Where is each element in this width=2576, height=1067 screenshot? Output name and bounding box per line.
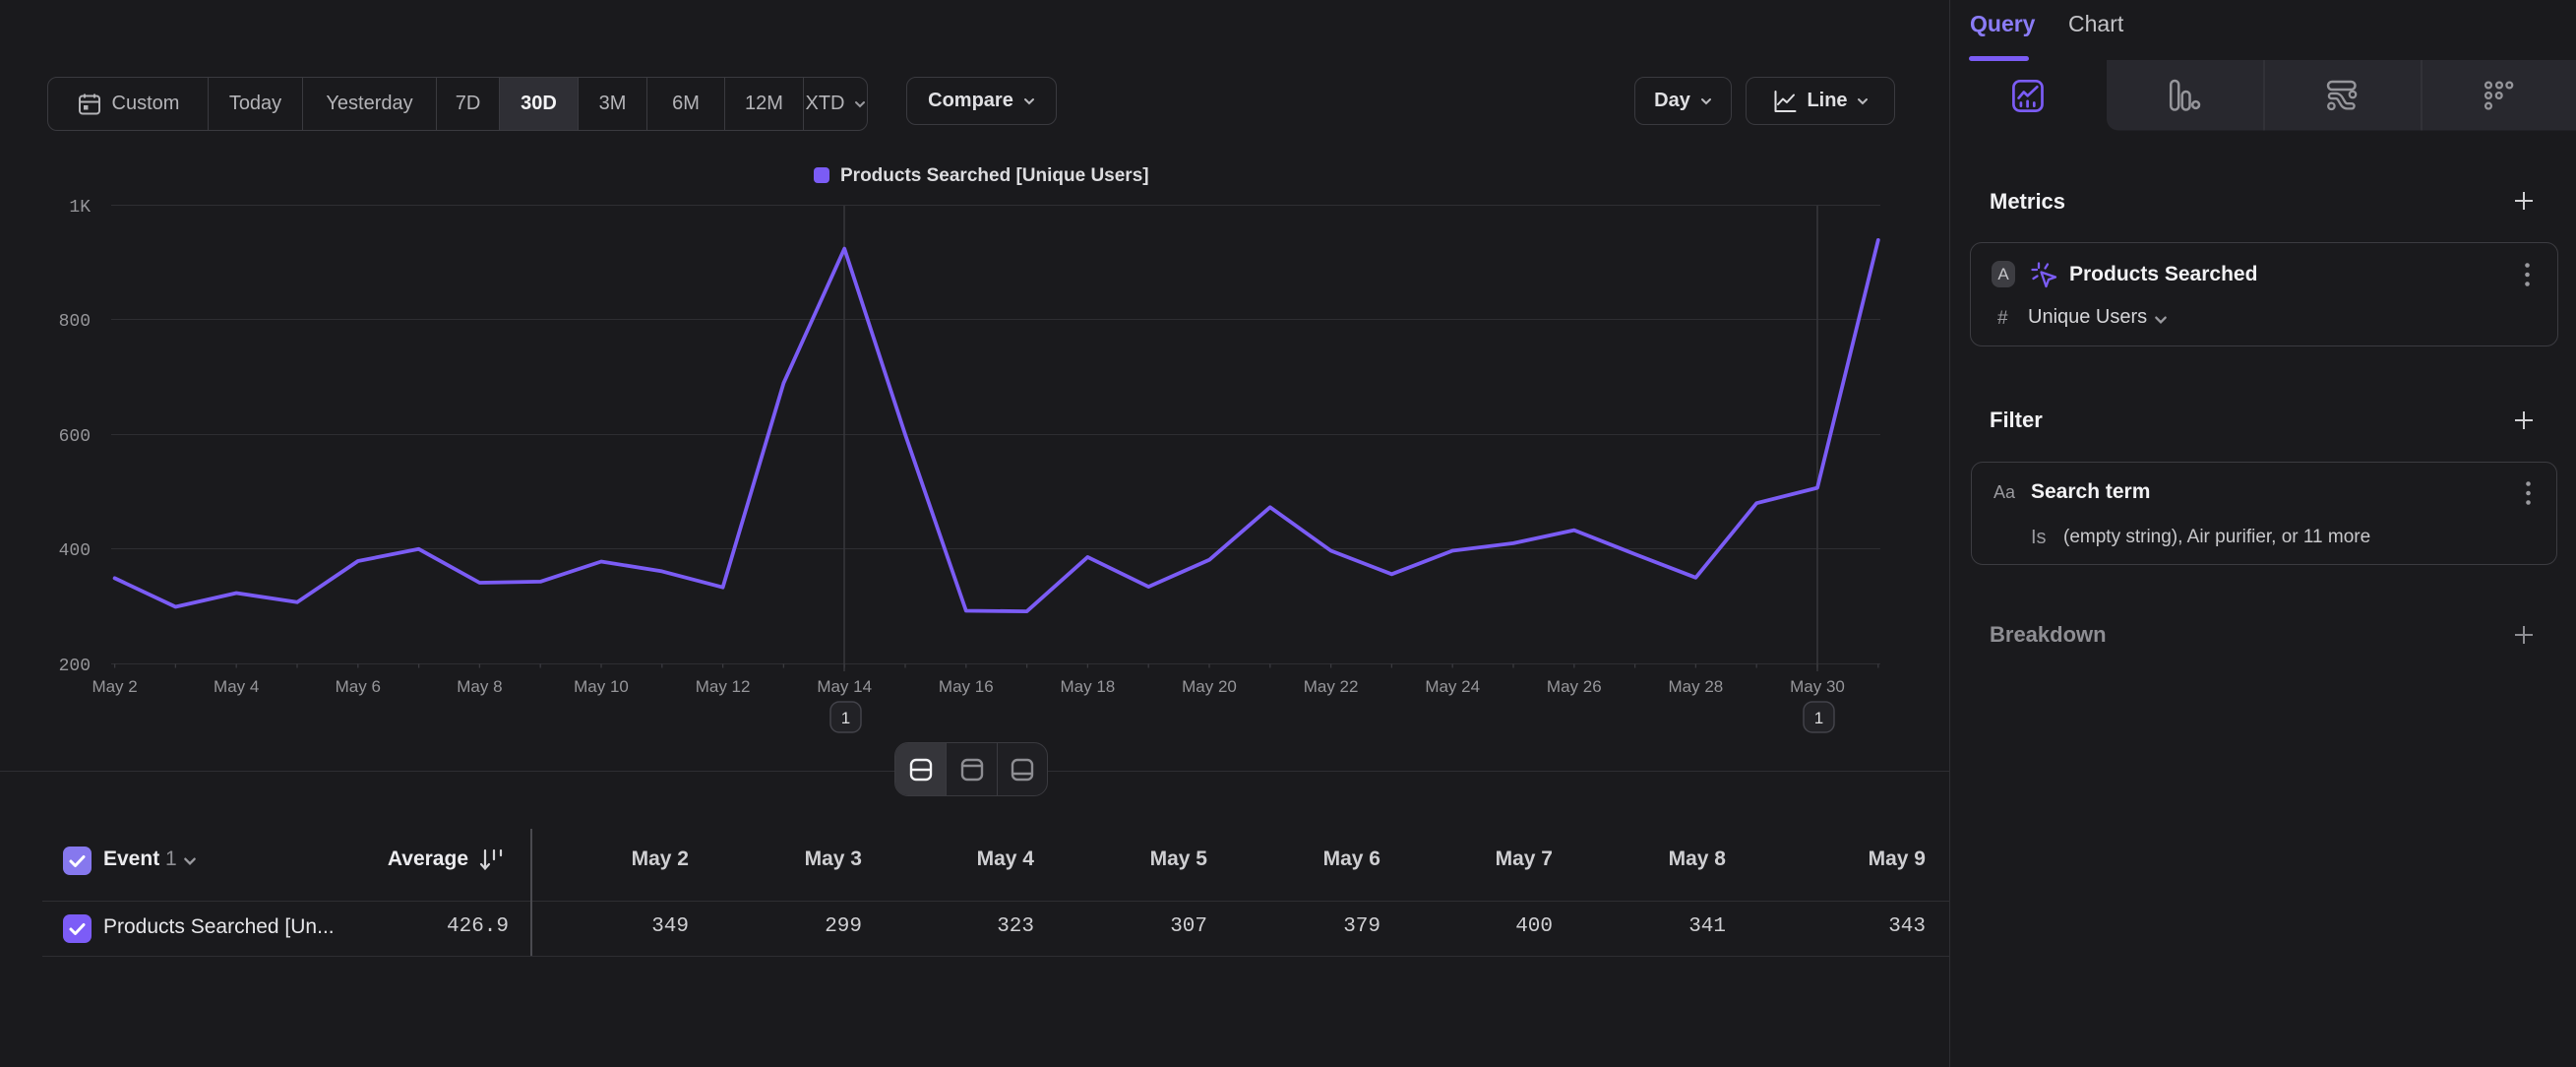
svg-text:May 26: May 26 xyxy=(1547,677,1602,696)
svg-text:May 28: May 28 xyxy=(1669,677,1724,696)
svg-text:May 12: May 12 xyxy=(696,677,751,696)
svg-text:May 22: May 22 xyxy=(1304,677,1359,696)
svg-text:May 20: May 20 xyxy=(1182,677,1237,696)
svg-text:200: 200 xyxy=(59,657,91,676)
svg-text:800: 800 xyxy=(59,312,91,332)
svg-text:May 10: May 10 xyxy=(574,677,629,696)
svg-text:1K: 1K xyxy=(69,198,91,218)
svg-text:May 14: May 14 xyxy=(817,677,872,696)
svg-text:Products Searched [Unique User: Products Searched [Unique Users] xyxy=(840,165,1149,186)
svg-text:1: 1 xyxy=(841,709,850,727)
svg-text:May 8: May 8 xyxy=(457,677,502,696)
svg-text:May 16: May 16 xyxy=(939,677,994,696)
svg-text:May 18: May 18 xyxy=(1061,677,1116,696)
svg-text:May 4: May 4 xyxy=(214,677,259,696)
svg-text:May 6: May 6 xyxy=(336,677,381,696)
svg-text:May 30: May 30 xyxy=(1790,677,1845,696)
svg-text:May 24: May 24 xyxy=(1425,677,1480,696)
svg-text:400: 400 xyxy=(59,541,91,561)
svg-text:May 2: May 2 xyxy=(92,677,137,696)
svg-text:600: 600 xyxy=(59,427,91,447)
svg-text:1: 1 xyxy=(1814,709,1823,727)
